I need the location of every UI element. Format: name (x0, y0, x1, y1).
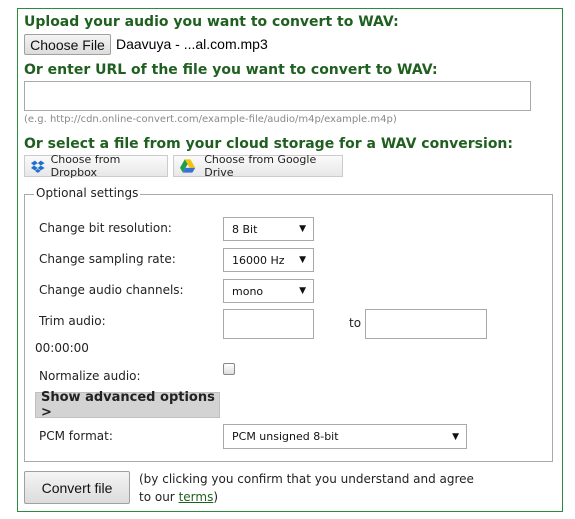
trim-to-label: to (349, 316, 362, 330)
sampling-rate-label: Change sampling rate: (39, 252, 176, 266)
selected-file-name: Daavuya - ...al.com.mp3 (116, 36, 268, 52)
upload-heading: Upload your audio you want to convert to… (24, 14, 399, 30)
normalize-checkbox[interactable] (223, 363, 235, 375)
terms-note-line1: (by clicking you confirm that you unders… (139, 472, 474, 486)
url-heading: Or enter URL of the file you want to con… (24, 62, 438, 78)
normalize-label: Normalize audio: (39, 369, 141, 383)
trim-label: Trim audio: (39, 314, 106, 328)
optional-settings-legend: Optional settings (34, 186, 141, 200)
channels-value: mono (232, 284, 264, 298)
channels-label: Change audio channels: (39, 283, 184, 297)
bit-resolution-select[interactable]: 8 Bit ▼ (223, 217, 314, 241)
chevron-down-icon: ▼ (452, 431, 459, 442)
google-drive-label: Choose from Google Drive (204, 153, 317, 179)
url-example: (e.g. http://cdn.online-convert.com/exam… (24, 114, 397, 125)
pcm-format-select[interactable]: PCM unsigned 8-bit ▼ (223, 424, 467, 449)
show-advanced-options-button[interactable]: Show advanced options > (35, 390, 220, 420)
sampling-rate-value: 16000 Hz (232, 253, 285, 267)
google-drive-button[interactable]: Choose from Google Drive (173, 153, 343, 179)
terms-link[interactable]: terms (179, 490, 214, 504)
convert-form: Upload your audio you want to convert to… (0, 0, 575, 519)
url-input[interactable] (24, 81, 531, 111)
pcm-format-value: PCM unsigned 8-bit (232, 430, 339, 443)
chevron-down-icon: ▼ (299, 286, 306, 296)
terms-note-line2: to our terms) (139, 490, 218, 504)
choose-file-button[interactable]: Choose File (24, 34, 111, 55)
pcm-format-label: PCM format: (39, 429, 113, 443)
terms-prefix: to our (139, 490, 179, 504)
bit-resolution-label: Change bit resolution: (39, 221, 172, 235)
terms-suffix: ) (213, 490, 219, 504)
channels-select[interactable]: mono ▼ (223, 279, 314, 303)
dropbox-icon (31, 160, 45, 173)
sampling-rate-select[interactable]: 16000 Hz ▼ (223, 248, 314, 272)
chevron-down-icon: ▼ (299, 255, 306, 265)
trim-time-readout: 00:00:00 (35, 341, 89, 355)
dropbox-label: Choose from Dropbox (50, 153, 121, 179)
trim-start-input[interactable] (223, 309, 314, 339)
trim-end-input[interactable] (365, 309, 487, 339)
cloud-heading: Or select a file from your cloud storage… (24, 136, 514, 152)
bit-resolution-value: 8 Bit (232, 222, 258, 236)
google-drive-icon (180, 159, 196, 173)
dropbox-button[interactable]: Choose from Dropbox (24, 153, 168, 179)
chevron-down-icon: ▼ (299, 224, 306, 234)
convert-file-button[interactable]: Convert file (24, 471, 130, 504)
